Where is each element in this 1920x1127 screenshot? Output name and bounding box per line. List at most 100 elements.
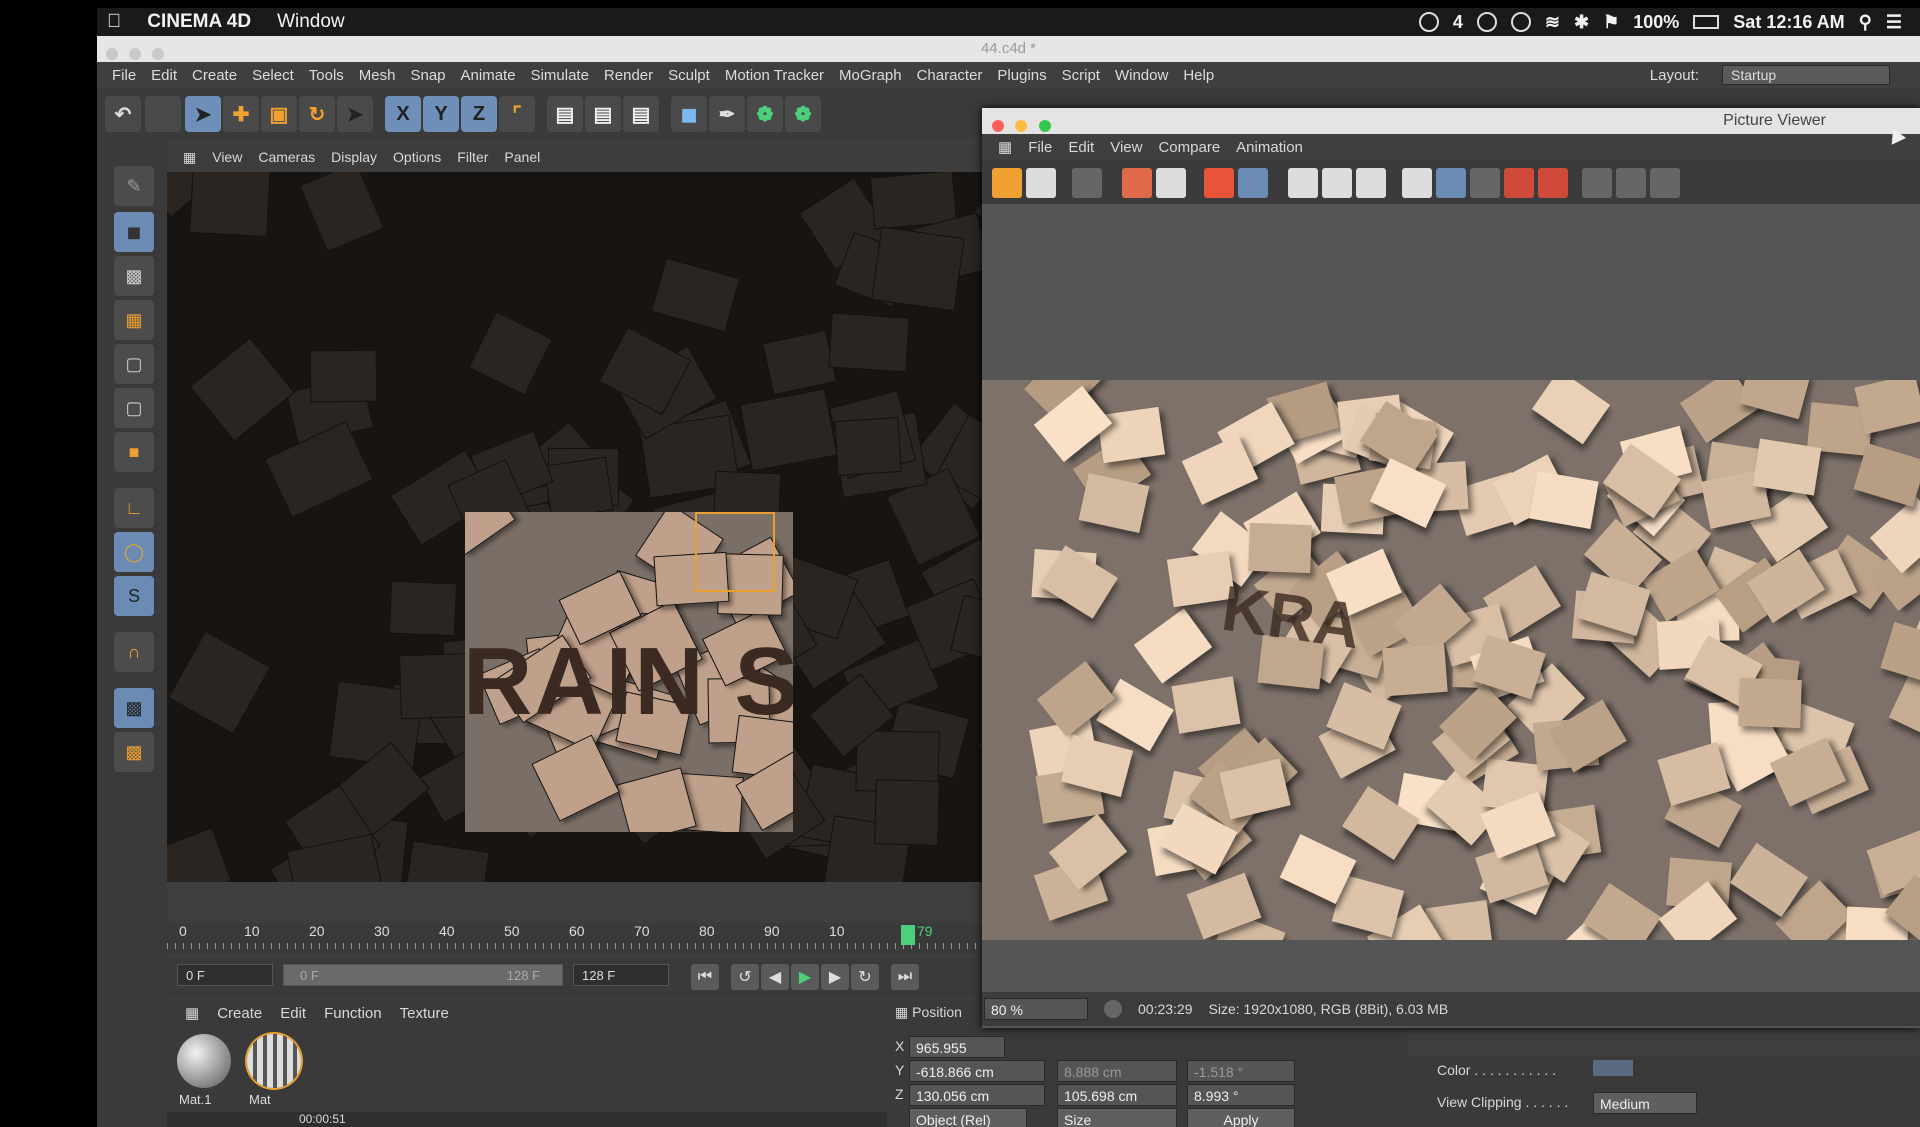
menu-mesh[interactable]: Mesh: [359, 67, 396, 84]
points-mode-icon[interactable]: ▢: [114, 344, 154, 384]
menu-help[interactable]: Help: [1183, 67, 1214, 84]
step-back-icon[interactable]: ◀: [761, 964, 789, 990]
menu-plugins[interactable]: Plugins: [997, 67, 1046, 84]
app-menu[interactable]: CINEMA 4D: [147, 11, 251, 33]
model-mode-icon[interactable]: ◼: [114, 212, 154, 252]
x-axis-button[interactable]: X: [385, 96, 421, 132]
array-icon[interactable]: ❁: [785, 96, 821, 132]
window-menu[interactable]: Window: [277, 11, 345, 33]
previous-key-icon[interactable]: ↺: [731, 964, 759, 990]
start-frame-field[interactable]: 0 F: [177, 964, 273, 986]
go-to-start-icon[interactable]: ⏮: [691, 964, 719, 990]
rotation-p-field[interactable]: -1.518 °: [1187, 1060, 1295, 1082]
render-picture-viewer-icon[interactable]: ▤: [585, 96, 621, 132]
pv-minimize-button[interactable]: [1015, 120, 1028, 132]
z-axis-button[interactable]: Z: [461, 96, 497, 132]
magnet-icon[interactable]: ∩: [114, 632, 154, 672]
sync-icon[interactable]: [1476, 12, 1497, 32]
zoom-field[interactable]: 80 %: [984, 998, 1088, 1020]
region-a-icon[interactable]: [1288, 168, 1318, 198]
y-axis-button[interactable]: Y: [423, 96, 459, 132]
size-mode-dropdown[interactable]: Size: [1057, 1108, 1177, 1127]
menu-window[interactable]: Window: [1115, 67, 1168, 84]
pv-zoom-button[interactable]: [1038, 120, 1051, 132]
redo-icon[interactable]: [145, 96, 181, 132]
pv-grid-icon[interactable]: ▦: [998, 138, 1012, 156]
next-key-icon[interactable]: ↻: [851, 964, 879, 990]
menu-edit[interactable]: Edit: [151, 67, 177, 84]
apple-icon[interactable]: : [107, 11, 121, 33]
3d-viewport[interactable]: RAIN ST: [167, 172, 1067, 882]
bluetooth-icon[interactable]: ✱: [1574, 12, 1589, 33]
playhead[interactable]: [901, 925, 915, 945]
swap-icon[interactable]: [1470, 168, 1500, 198]
status-count[interactable]: 4: [1453, 12, 1463, 33]
grid-icon[interactable]: ▩: [114, 732, 154, 772]
flag-icon[interactable]: ⚑: [1603, 12, 1619, 33]
fit-icon[interactable]: [1582, 168, 1612, 198]
save-file-icon[interactable]: [1026, 168, 1056, 198]
wifi-icon[interactable]: ≋: [1545, 12, 1560, 33]
spline-pen-icon[interactable]: ✒: [709, 96, 745, 132]
pv-menu-view[interactable]: View: [1110, 139, 1142, 156]
material-menu-texture[interactable]: Texture: [400, 1005, 449, 1022]
render-settings-icon[interactable]: ▤: [623, 96, 659, 132]
menu-motion-tracker[interactable]: Motion Tracker: [725, 67, 824, 84]
open-file-icon[interactable]: [992, 168, 1022, 198]
minimize-button[interactable]: [129, 48, 142, 60]
play-icon[interactable]: ▶: [791, 964, 819, 990]
coordinate-mode-dropdown[interactable]: Object (Rel): [909, 1108, 1027, 1127]
menu-render[interactable]: Render: [604, 67, 653, 84]
compare-ab-icon[interactable]: [1402, 168, 1432, 198]
edges-mode-icon[interactable]: ▢: [114, 388, 154, 428]
axis-mode-icon[interactable]: ∟: [114, 488, 154, 528]
sculpt-icon[interactable]: ✎: [114, 166, 154, 206]
clone-icon[interactable]: [1204, 168, 1234, 198]
position-z-field[interactable]: 130.056 cm: [909, 1084, 1045, 1106]
picture-viewer-canvas[interactable]: KRA: [982, 204, 1920, 992]
select-tool-icon[interactable]: ➤: [185, 96, 221, 132]
zoom-button[interactable]: [152, 48, 165, 60]
size-y-field[interactable]: 8.888 cm: [1057, 1060, 1177, 1082]
menu-create[interactable]: Create: [192, 67, 237, 84]
menu-animate[interactable]: Animate: [461, 67, 516, 84]
menu-tools[interactable]: Tools: [309, 67, 344, 84]
battery-icon[interactable]: [1693, 15, 1720, 29]
texture-mode-icon[interactable]: ▩: [114, 256, 154, 296]
viewport-menu-display[interactable]: Display: [331, 149, 377, 165]
cube-icon[interactable]: ◼: [671, 96, 707, 132]
pv-close-button[interactable]: [992, 120, 1004, 132]
viewport-menu-view[interactable]: View: [212, 149, 242, 165]
pv-menu-edit[interactable]: Edit: [1068, 139, 1094, 156]
layers-icon[interactable]: [1238, 168, 1268, 198]
material-swatch-mat1[interactable]: [177, 1034, 231, 1088]
scale-tool-icon[interactable]: ▣: [261, 96, 297, 132]
layout-dropdown[interactable]: Startup: [1722, 65, 1890, 85]
coordinate-system-icon[interactable]: ⌜: [499, 96, 535, 132]
step-forward-icon[interactable]: ▶: [821, 964, 849, 990]
user-icon[interactable]: [1156, 168, 1186, 198]
viewport-menu-filter[interactable]: Filter: [457, 149, 488, 165]
viewport-menu-cameras[interactable]: Cameras: [258, 149, 315, 165]
search-icon[interactable]: ⚲: [1859, 12, 1872, 33]
copy-icon[interactable]: [1072, 168, 1102, 198]
battery-percent[interactable]: 100%: [1633, 12, 1679, 33]
preview-range-slider[interactable]: 0 F 128 F: [283, 964, 563, 986]
material-swatch-mat[interactable]: [247, 1034, 301, 1088]
viewport-menu-options[interactable]: Options: [393, 149, 441, 165]
set-a-icon[interactable]: [1504, 168, 1534, 198]
list-icon[interactable]: ☰: [1886, 12, 1902, 33]
move-tool-icon[interactable]: ✚: [223, 96, 259, 132]
viewport-grid-icon[interactable]: ▦: [183, 149, 196, 166]
apply-button[interactable]: Apply: [1187, 1108, 1295, 1127]
viewport-menu-panel[interactable]: Panel: [504, 149, 540, 165]
render-region-selection[interactable]: [695, 512, 775, 592]
position-y-field[interactable]: -618.866 cm: [909, 1060, 1045, 1082]
lock-workplane-icon[interactable]: ▩: [114, 688, 154, 728]
pv-menu-file[interactable]: File: [1028, 139, 1052, 156]
menu-character[interactable]: Character: [917, 67, 983, 84]
add-icon[interactable]: [1122, 168, 1152, 198]
material-menu-edit[interactable]: Edit: [280, 1005, 306, 1022]
undo-icon[interactable]: ↶: [105, 96, 141, 132]
region-b-icon[interactable]: [1322, 168, 1352, 198]
